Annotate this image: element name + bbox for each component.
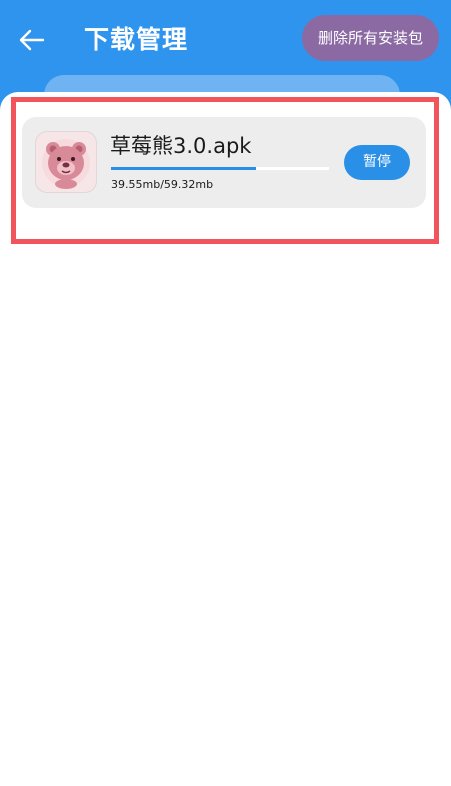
page-title: 下载管理 bbox=[84, 25, 189, 54]
back-arrow-icon bbox=[19, 29, 45, 51]
pause-button[interactable]: 暂停 bbox=[344, 145, 410, 180]
download-size-text: 39.55mb/59.32mb bbox=[111, 178, 214, 191]
bear-app-icon bbox=[35, 131, 97, 193]
download-item: 草莓熊3.0.apk 39.55mb/59.32mb 暂停 bbox=[22, 117, 426, 208]
file-name: 草莓熊3.0.apk bbox=[110, 134, 252, 158]
download-manager-screen: 下载管理 删除所有安装包 草莓熊3.0.apk 39.55mb/59.32mb … bbox=[0, 0, 451, 786]
download-progress-fill bbox=[111, 167, 257, 170]
download-progress-bar bbox=[111, 167, 329, 170]
back-button[interactable] bbox=[14, 22, 50, 58]
delete-all-packages-button[interactable]: 删除所有安装包 bbox=[302, 15, 439, 61]
